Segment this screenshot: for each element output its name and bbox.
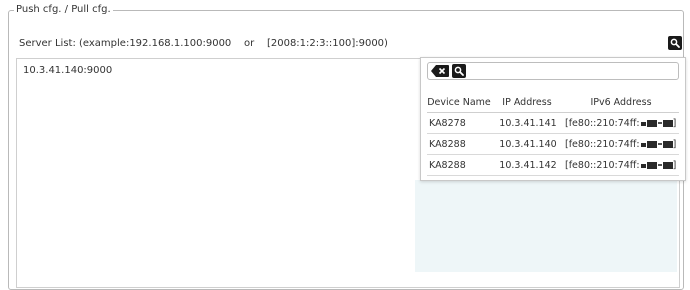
popup-search-field: [427, 62, 679, 80]
redacted-mark: [640, 121, 646, 126]
column-device-name[interactable]: Device Name: [427, 92, 491, 113]
table-row[interactable]: KA8278 10.3.41.141 [fe80::210:74ff:]: [427, 112, 679, 134]
redacted-mark: [657, 121, 662, 124]
cell-ip-address: 10.3.41.141: [491, 112, 563, 134]
server-list-value: 10.3.41.140:9000: [23, 65, 113, 76]
cell-ip-address: 10.3.41.140: [491, 133, 563, 155]
search-icon[interactable]: [668, 36, 682, 50]
popup-search-icon[interactable]: [452, 64, 466, 78]
cell-device-name: KA8278: [427, 112, 491, 134]
redacted-mark: [657, 163, 662, 166]
ipv6-text: [fe80::210:74ff:: [565, 159, 640, 171]
group-title: Push cfg. / Pull cfg.: [14, 4, 113, 15]
redacted-mark: [662, 161, 673, 169]
redacted-mark: [640, 163, 646, 168]
cell-device-name: KA8288: [427, 133, 491, 155]
cell-ipv6-address: [fe80::210:74ff:]: [563, 133, 679, 155]
redacted-mark: [646, 119, 657, 127]
column-ipv6-address[interactable]: IPv6 Address: [563, 92, 679, 113]
table-row[interactable]: KA8288 10.3.41.140 [fe80::210:74ff:]: [427, 133, 679, 155]
device-search-popup: Device Name IP Address IPv6 Address KA82…: [420, 57, 686, 181]
cell-ipv6-address: [fe80::210:74ff:]: [563, 154, 679, 176]
column-ip-address[interactable]: IP Address: [491, 92, 563, 113]
redacted-mark: [662, 140, 673, 148]
ipv6-text: [fe80::210:74ff:: [565, 138, 640, 150]
cell-ipv6-address: [fe80::210:74ff:]: [563, 112, 679, 134]
background-region: [415, 180, 677, 272]
device-table: Device Name IP Address IPv6 Address KA82…: [427, 92, 679, 176]
backspace-icon[interactable]: [431, 65, 449, 77]
redacted-mark: [646, 140, 657, 148]
table-row[interactable]: KA8288 10.3.41.142 [fe80::210:74ff:]: [427, 154, 679, 176]
redacted-mark: [662, 119, 673, 127]
table-header-row: Device Name IP Address IPv6 Address: [427, 92, 679, 113]
ipv6-text: [fe80::210:74ff:: [565, 117, 640, 129]
popup-search-input[interactable]: [470, 64, 678, 80]
cell-ip-address: 10.3.41.142: [491, 154, 563, 176]
server-list-label: Server List: (example:192.168.1.100:9000…: [19, 38, 388, 49]
redacted-mark: [657, 142, 662, 145]
cell-device-name: KA8288: [427, 154, 491, 176]
redacted-mark: [640, 142, 646, 147]
redacted-mark: [646, 161, 657, 169]
